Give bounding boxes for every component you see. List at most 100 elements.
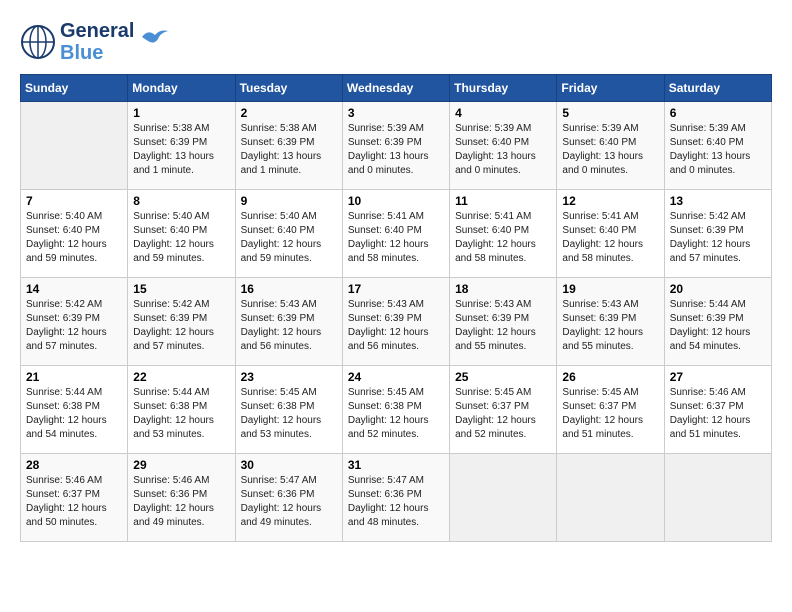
- calendar-week-row: 1 Sunrise: 5:38 AMSunset: 6:39 PMDaylight…: [21, 102, 772, 190]
- cell-info: Sunrise: 5:39 AMSunset: 6:40 PMDaylight:…: [670, 122, 766, 178]
- cell-date: 18: [455, 282, 551, 296]
- cell-info: Sunrise: 5:38 AMSunset: 6:39 PMDaylight:…: [241, 122, 337, 178]
- cell-info: Sunrise: 5:43 AMSunset: 6:39 PMDaylight:…: [455, 298, 551, 354]
- cell-date: 31: [348, 458, 444, 472]
- globe-icon: [20, 24, 56, 60]
- calendar-cell: 23 Sunrise: 5:45 AMSunset: 6:38 PMDayligh…: [235, 366, 342, 454]
- calendar-cell: 11Sunrise: 5:41 AMSunset: 6:40 PMDayligh…: [450, 190, 557, 278]
- cell-info: Sunrise: 5:40 AMSunset: 6:40 PMDaylight:…: [133, 210, 229, 266]
- cell-info: Sunrise: 5:41 AMSunset: 6:40 PMDaylight:…: [562, 210, 658, 266]
- cell-date: 1: [133, 106, 229, 120]
- calendar-cell: 15 Sunrise: 5:42 AMSunset: 6:39 PMDayligh…: [128, 278, 235, 366]
- cell-date: 16: [241, 282, 337, 296]
- cell-date: 23: [241, 370, 337, 384]
- calendar-cell: [664, 454, 771, 542]
- cell-info: Sunrise: 5:43 AMSunset: 6:39 PMDaylight:…: [241, 298, 337, 354]
- logo: General Blue: [20, 20, 170, 64]
- day-header-sunday: Sunday: [21, 75, 128, 102]
- cell-date: 11: [455, 194, 551, 208]
- cell-date: 30: [241, 458, 337, 472]
- calendar-cell: 18 Sunrise: 5:43 AMSunset: 6:39 PMDayligh…: [450, 278, 557, 366]
- cell-info: Sunrise: 5:45 AMSunset: 6:37 PMDaylight:…: [562, 386, 658, 442]
- cell-info: Sunrise: 5:46 AMSunset: 6:37 PMDaylight:…: [26, 474, 122, 530]
- calendar-week-row: 21 Sunrise: 5:44 AMSunset: 6:38 PMDayligh…: [21, 366, 772, 454]
- calendar-cell: 13 Sunrise: 5:42 AMSunset: 6:39 PMDayligh…: [664, 190, 771, 278]
- cell-info: Sunrise: 5:41 AMSunset: 6:40 PMDaylight:…: [348, 210, 444, 266]
- cell-date: 4: [455, 106, 551, 120]
- cell-date: 24: [348, 370, 444, 384]
- cell-date: 9: [241, 194, 337, 208]
- calendar-cell: [450, 454, 557, 542]
- day-header-monday: Monday: [128, 75, 235, 102]
- cell-info: Sunrise: 5:43 AMSunset: 6:39 PMDaylight:…: [562, 298, 658, 354]
- calendar-cell: 28 Sunrise: 5:46 AMSunset: 6:37 PMDayligh…: [21, 454, 128, 542]
- cell-date: 10: [348, 194, 444, 208]
- cell-date: 5: [562, 106, 658, 120]
- calendar-cell: 17Sunrise: 5:43 AMSunset: 6:39 PMDayligh…: [342, 278, 449, 366]
- header: General Blue: [20, 20, 772, 64]
- day-header-tuesday: Tuesday: [235, 75, 342, 102]
- cell-date: 26: [562, 370, 658, 384]
- day-header-saturday: Saturday: [664, 75, 771, 102]
- cell-info: Sunrise: 5:46 AMSunset: 6:36 PMDaylight:…: [133, 474, 229, 530]
- cell-date: 29: [133, 458, 229, 472]
- cell-info: Sunrise: 5:39 AMSunset: 6:39 PMDaylight:…: [348, 122, 444, 178]
- calendar-cell: 27 Sunrise: 5:46 AMSunset: 6:37 PMDayligh…: [664, 366, 771, 454]
- cell-info: Sunrise: 5:47 AMSunset: 6:36 PMDaylight:…: [348, 474, 444, 530]
- cell-date: 6: [670, 106, 766, 120]
- calendar-cell: 24 Sunrise: 5:45 AMSunset: 6:38 PMDayligh…: [342, 366, 449, 454]
- calendar-cell: 8 Sunrise: 5:40 AMSunset: 6:40 PMDaylight…: [128, 190, 235, 278]
- cell-date: 8: [133, 194, 229, 208]
- cell-date: 20: [670, 282, 766, 296]
- calendar-cell: 6 Sunrise: 5:39 AMSunset: 6:40 PMDaylight…: [664, 102, 771, 190]
- cell-date: 21: [26, 370, 122, 384]
- cell-info: Sunrise: 5:47 AMSunset: 6:36 PMDaylight:…: [241, 474, 337, 530]
- cell-info: Sunrise: 5:44 AMSunset: 6:39 PMDaylight:…: [670, 298, 766, 354]
- cell-date: 27: [670, 370, 766, 384]
- calendar-week-row: 14 Sunrise: 5:42 AMSunset: 6:39 PMDayligh…: [21, 278, 772, 366]
- calendar-cell: 9 Sunrise: 5:40 AMSunset: 6:40 PMDaylight…: [235, 190, 342, 278]
- cell-date: 12: [562, 194, 658, 208]
- logo-general: General: [60, 20, 134, 42]
- calendar-cell: 20 Sunrise: 5:44 AMSunset: 6:39 PMDayligh…: [664, 278, 771, 366]
- cell-date: 3: [348, 106, 444, 120]
- calendar-table: SundayMondayTuesdayWednesdayThursdayFrid…: [20, 74, 772, 542]
- cell-info: Sunrise: 5:45 AMSunset: 6:38 PMDaylight:…: [348, 386, 444, 442]
- cell-info: Sunrise: 5:40 AMSunset: 6:40 PMDaylight:…: [26, 210, 122, 266]
- calendar-cell: 22Sunrise: 5:44 AMSunset: 6:38 PMDayligh…: [128, 366, 235, 454]
- cell-info: Sunrise: 5:44 AMSunset: 6:38 PMDaylight:…: [26, 386, 122, 442]
- cell-date: 22: [133, 370, 229, 384]
- calendar-cell: 14Sunrise: 5:42 AMSunset: 6:39 PMDayligh…: [21, 278, 128, 366]
- cell-info: Sunrise: 5:45 AMSunset: 6:38 PMDaylight:…: [241, 386, 337, 442]
- cell-info: Sunrise: 5:42 AMSunset: 6:39 PMDaylight:…: [670, 210, 766, 266]
- calendar-cell: 21 Sunrise: 5:44 AMSunset: 6:38 PMDayligh…: [21, 366, 128, 454]
- cell-date: 14: [26, 282, 122, 296]
- calendar-cell: 30 Sunrise: 5:47 AMSunset: 6:36 PMDayligh…: [235, 454, 342, 542]
- cell-info: Sunrise: 5:42 AMSunset: 6:39 PMDaylight:…: [133, 298, 229, 354]
- cell-date: 15: [133, 282, 229, 296]
- cell-date: 13: [670, 194, 766, 208]
- cell-info: Sunrise: 5:40 AMSunset: 6:40 PMDaylight:…: [241, 210, 337, 266]
- cell-info: Sunrise: 5:38 AMSunset: 6:39 PMDaylight:…: [133, 122, 229, 178]
- calendar-cell: 5Sunrise: 5:39 AMSunset: 6:40 PMDaylight…: [557, 102, 664, 190]
- cell-info: Sunrise: 5:46 AMSunset: 6:37 PMDaylight:…: [670, 386, 766, 442]
- cell-date: 2: [241, 106, 337, 120]
- calendar-header-row: SundayMondayTuesdayWednesdayThursdayFrid…: [21, 75, 772, 102]
- calendar-cell: 2 Sunrise: 5:38 AMSunset: 6:39 PMDaylight…: [235, 102, 342, 190]
- calendar-cell: 25Sunrise: 5:45 AMSunset: 6:37 PMDayligh…: [450, 366, 557, 454]
- day-header-thursday: Thursday: [450, 75, 557, 102]
- calendar-cell: 16 Sunrise: 5:43 AMSunset: 6:39 PMDayligh…: [235, 278, 342, 366]
- cell-date: 28: [26, 458, 122, 472]
- cell-info: Sunrise: 5:45 AMSunset: 6:37 PMDaylight:…: [455, 386, 551, 442]
- calendar-week-row: 7 Sunrise: 5:40 AMSunset: 6:40 PMDaylight…: [21, 190, 772, 278]
- day-header-friday: Friday: [557, 75, 664, 102]
- bird-icon: [140, 27, 170, 47]
- calendar-week-row: 28 Sunrise: 5:46 AMSunset: 6:37 PMDayligh…: [21, 454, 772, 542]
- cell-info: Sunrise: 5:43 AMSunset: 6:39 PMDaylight:…: [348, 298, 444, 354]
- calendar-cell: 4Sunrise: 5:39 AMSunset: 6:40 PMDaylight…: [450, 102, 557, 190]
- day-header-wednesday: Wednesday: [342, 75, 449, 102]
- calendar-cell: 3 Sunrise: 5:39 AMSunset: 6:39 PMDaylight…: [342, 102, 449, 190]
- calendar-cell: 1 Sunrise: 5:38 AMSunset: 6:39 PMDaylight…: [128, 102, 235, 190]
- cell-date: 7: [26, 194, 122, 208]
- calendar-cell: 31 Sunrise: 5:47 AMSunset: 6:36 PMDayligh…: [342, 454, 449, 542]
